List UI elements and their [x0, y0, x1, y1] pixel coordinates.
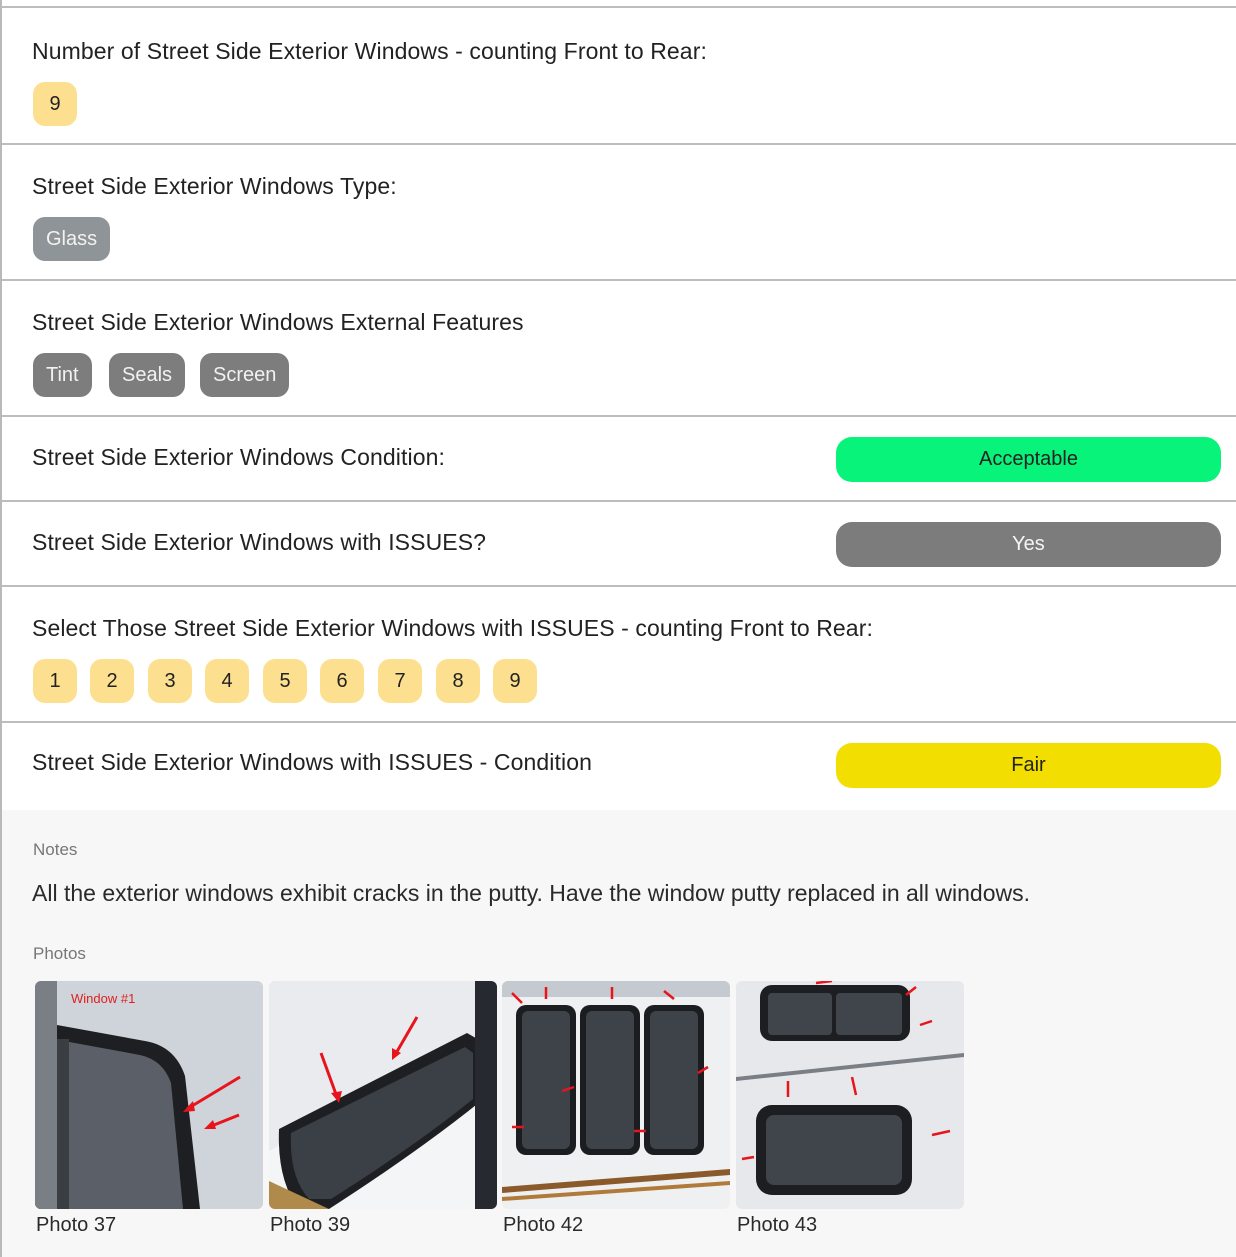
section-external-features: Street Side Exterior Windows External Fe…: [2, 279, 1236, 416]
photo-overlay-text: Window #1: [71, 991, 135, 1006]
photos-label: Photos: [33, 944, 86, 963]
window-count-chip[interactable]: 9: [33, 82, 77, 126]
window-photo-image: [502, 981, 730, 1209]
section-window-type: Street Side Exterior Windows Type: Glass: [2, 143, 1236, 280]
issue-window-chip-2[interactable]: 2: [90, 659, 134, 703]
issue-window-chip-9[interactable]: 9: [493, 659, 537, 703]
issue-condition-status-button[interactable]: Fair: [836, 743, 1221, 788]
photo-caption-42: Photo 42: [503, 1214, 584, 1236]
field-label: Street Side Exterior Windows Type:: [32, 173, 397, 199]
notes-text: All the exterior windows exhibit cracks …: [32, 880, 1030, 906]
field-label: Street Side Exterior Windows Condition:: [32, 444, 445, 470]
issue-window-chip-3[interactable]: 3: [148, 659, 192, 703]
window-type-chip[interactable]: Glass: [33, 217, 111, 261]
field-label: Number of Street Side Exterior Windows -…: [32, 38, 707, 64]
photo-thumbnail-37[interactable]: Window #1: [35, 981, 263, 1209]
notes-label: Notes: [33, 840, 78, 859]
section-issue-windows: Select Those Street Side Exterior Window…: [2, 585, 1236, 722]
issue-window-chip-4[interactable]: 4: [205, 659, 249, 703]
section-window-count: Number of Street Side Exterior Windows -…: [2, 6, 1236, 144]
issue-window-chip-6[interactable]: 6: [320, 659, 364, 703]
window-photo-image: [269, 981, 497, 1209]
section-issues: Street Side Exterior Windows with ISSUES…: [2, 500, 1236, 586]
photo-caption-37: Photo 37: [36, 1214, 117, 1236]
photo-caption-39: Photo 39: [270, 1214, 351, 1236]
field-label: Street Side Exterior Windows External Fe…: [32, 309, 524, 335]
issues-status-button[interactable]: Yes: [836, 522, 1221, 567]
field-label: Select Those Street Side Exterior Window…: [32, 615, 873, 641]
photo-thumbnail-43[interactable]: [736, 981, 964, 1209]
condition-status-button[interactable]: Acceptable: [836, 437, 1221, 482]
feature-chip-screen[interactable]: Screen: [200, 353, 290, 397]
window-photo-image: [736, 981, 964, 1209]
field-label: Street Side Exterior Windows with ISSUES…: [32, 529, 487, 555]
photo-thumbnail-39[interactable]: [269, 981, 497, 1209]
issue-window-chip-8[interactable]: 8: [436, 659, 480, 703]
feature-chip-tint[interactable]: Tint: [33, 353, 92, 397]
window-photo-image: Window #1: [35, 981, 263, 1209]
section-condition: Street Side Exterior Windows Condition: …: [2, 415, 1236, 501]
feature-chip-seals[interactable]: Seals: [109, 353, 186, 397]
photo-thumbnail-42[interactable]: [502, 981, 730, 1209]
inspection-form: Number of Street Side Exterior Windows -…: [0, 0, 1236, 1257]
issue-window-chip-1[interactable]: 1: [33, 659, 77, 703]
issue-window-chip-7[interactable]: 7: [378, 659, 422, 703]
section-issue-condition: Street Side Exterior Windows with ISSUES…: [2, 721, 1236, 811]
issue-window-chip-5[interactable]: 5: [263, 659, 307, 703]
photo-caption-43: Photo 43: [737, 1214, 818, 1236]
field-label: Street Side Exterior Windows with ISSUES…: [32, 749, 592, 775]
